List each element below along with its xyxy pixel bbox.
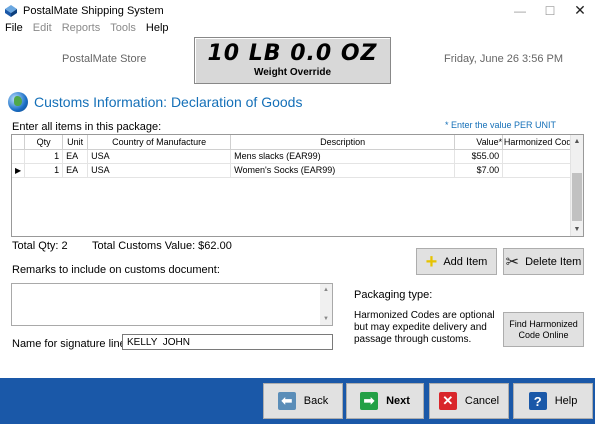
cell-country[interactable]: USA [87,163,232,178]
window-title: PostalMate Shipping System [23,4,164,17]
indicator-header [12,135,26,150]
items-prompt: Enter all items in this package: [12,121,162,133]
signature-label: Name for signature line: [12,338,129,350]
scroll-down-icon[interactable]: ▼ [571,223,583,236]
section-title: Customs Information: Declaration of Good… [34,94,303,110]
cell-description[interactable]: Mens slacks (EAR99) [230,149,456,164]
app-icon [5,4,17,17]
next-button[interactable]: ➡ Next [346,383,424,419]
row-indicator: ▶ [12,163,26,178]
table-row[interactable]: 1 EA USA Mens slacks (EAR99) $55.00 [12,149,579,164]
help-button[interactable]: ? Help [513,383,593,419]
title-bar: PostalMate Shipping System — ☐ ✕ [0,0,595,21]
next-label: Next [386,395,410,407]
cell-country[interactable]: USA [87,149,232,164]
help-label: Help [554,395,578,407]
menu-reports[interactable]: Reports [57,22,106,34]
store-name: PostalMate Store [62,53,147,65]
cell-value[interactable]: $55.00 [454,149,504,164]
cell-description[interactable]: Women's Socks (EAR99) [230,163,456,178]
maximize-button[interactable]: ☐ [535,0,565,21]
scroll-up-icon[interactable]: ▲ [571,135,583,148]
cell-unit[interactable]: EA [62,163,89,178]
datetime: Friday, June 26 3:56 PM [444,53,564,65]
find-harmonized-code-button[interactable]: Find Harmonized Code Online [503,312,584,347]
delete-item-label: Delete Item [525,255,582,268]
globe-icon [8,92,28,112]
col-value[interactable]: Value* [454,135,504,150]
cell-unit[interactable]: EA [62,149,89,164]
section-heading: Customs Information: Declaration of Good… [8,92,302,112]
items-table: Qty Unit Country of Manufacture Descript… [12,135,579,178]
col-description[interactable]: Description [230,135,456,150]
plus-icon: + [425,250,438,273]
delete-item-button[interactable]: ✂ Delete Item [503,248,584,275]
cell-qty[interactable]: 1 [24,163,64,178]
add-item-button[interactable]: + Add Item [416,248,497,275]
col-unit[interactable]: Unit [62,135,89,150]
menu-bar: File Edit Reports Tools Help [0,21,595,35]
col-qty[interactable]: Qty [24,135,64,150]
menu-help[interactable]: Help [141,22,174,34]
menu-tools[interactable]: Tools [105,22,141,34]
add-item-label: Add Item [443,255,488,268]
grid-scrollbar[interactable]: ▲ ▼ [570,135,583,236]
scroll-down-icon[interactable]: ▼ [320,313,332,325]
close-button[interactable]: ✕ [565,0,595,21]
minimize-button[interactable]: — [505,0,535,21]
cancel-label: Cancel [464,395,500,407]
remarks-label: Remarks to include on customs document: [12,264,220,276]
cell-value[interactable]: $7.00 [454,163,504,178]
total-qty: Total Qty: 2 [12,240,68,252]
back-label: Back [303,395,329,407]
packaging-type-label: Packaging type: [354,289,433,301]
weight-override-label: Weight Override [253,67,332,78]
cancel-button[interactable]: ✕ Cancel [429,383,509,419]
total-customs-value: Total Customs Value: $62.00 [92,240,232,252]
next-arrow-icon: ➡ [360,392,379,410]
menu-edit[interactable]: Edit [28,22,57,34]
header: PostalMate Store 10 LB 0.0 OZ Weight Ove… [0,35,595,85]
menu-file[interactable]: File [0,22,28,34]
back-arrow-icon: ⬅ [277,392,296,410]
cell-harmonized-code[interactable] [502,163,579,178]
remarks-scrollbar[interactable]: ▲ ▼ [320,284,332,325]
table-header: Qty Unit Country of Manufacture Descript… [12,135,579,150]
cancel-x-icon: ✕ [438,392,457,410]
row-indicator [12,149,26,164]
help-question-icon: ? [528,392,547,410]
cell-qty[interactable]: 1 [24,149,64,164]
harmonized-codes-note: Harmonized Codes are optional but may ex… [354,310,495,345]
scissors-icon: ✂ [505,253,520,271]
table-row[interactable]: ▶ 1 EA USA Women's Socks (EAR99) $7.00 [12,163,579,178]
weight-display[interactable]: 10 LB 0.0 OZ Weight Override [194,37,391,84]
scroll-thumb[interactable] [572,173,582,221]
value-note: * Enter the value PER UNIT [445,120,557,130]
weight-value: 10 LB 0.0 OZ [207,41,378,66]
col-country[interactable]: Country of Manufacture [87,135,232,150]
remarks-textarea[interactable]: ▲ ▼ [11,283,333,326]
cell-harmonized-code[interactable] [502,149,579,164]
scroll-up-icon[interactable]: ▲ [320,284,332,296]
items-grid[interactable]: Qty Unit Country of Manufacture Descript… [11,134,584,237]
back-button[interactable]: ⬅ Back [263,383,343,419]
col-harmonized-code[interactable]: Harmonized Code [502,135,579,150]
signature-name-input[interactable] [122,334,333,350]
